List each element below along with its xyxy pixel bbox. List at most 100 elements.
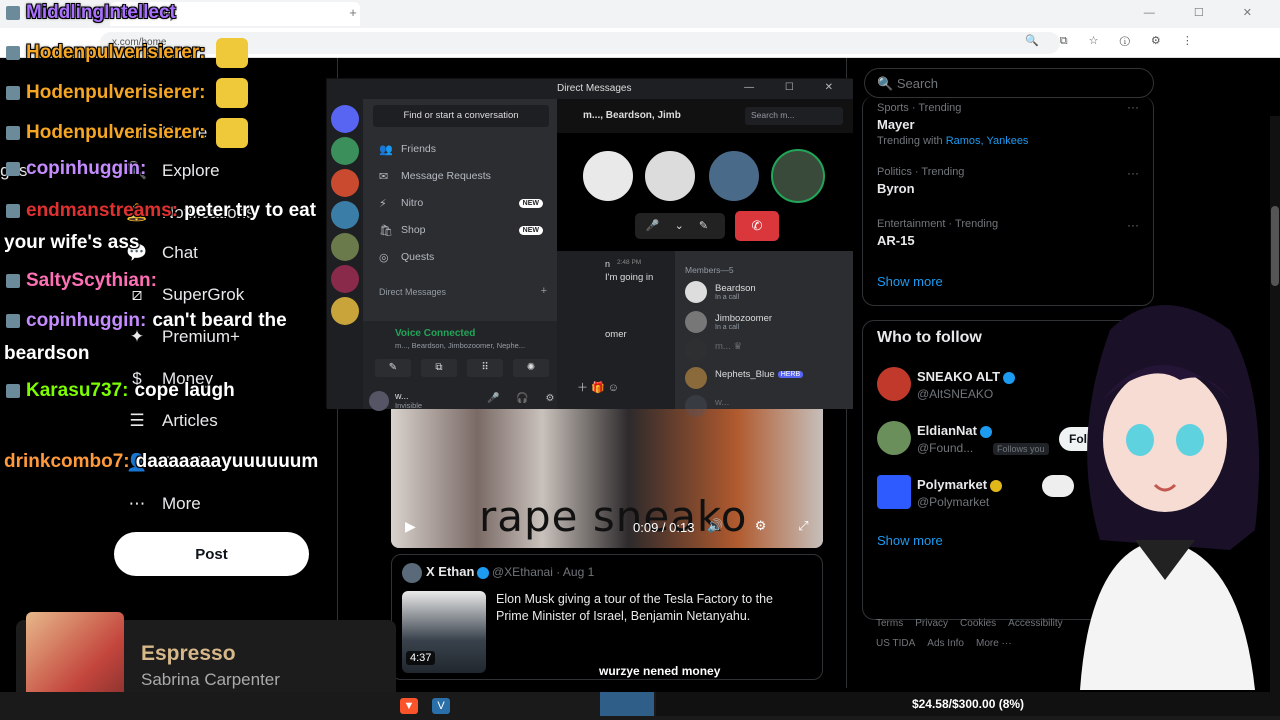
donation-caption: wurzye nened money — [599, 664, 721, 678]
post-button[interactable]: Post — [114, 532, 309, 576]
footer-link[interactable]: Privacy — [915, 618, 948, 629]
footer-link[interactable]: Cookies — [960, 618, 996, 629]
member-item[interactable]: w... — [685, 395, 845, 419]
nav-label: More — [162, 494, 201, 513]
who-to-follow-show-more[interactable]: Show more — [877, 533, 943, 548]
camera-off-button[interactable]: ✎ — [375, 359, 411, 377]
footer-link[interactable]: Terms — [876, 618, 903, 629]
sidebar-item-friends[interactable]: 👥 Friends — [379, 141, 543, 157]
member-name: m... ♛ — [715, 341, 742, 352]
app-icon[interactable]: V — [432, 698, 450, 714]
call-avatar[interactable] — [581, 149, 635, 203]
screen-share-button[interactable]: ⧉ — [421, 359, 457, 377]
hangup-button[interactable]: ✆ — [735, 211, 779, 241]
chat-username: SaltyScythian: — [26, 270, 157, 291]
emote-icon — [215, 118, 248, 148]
mail-icon: ✉ — [379, 170, 389, 183]
footer-link[interactable]: US TIDA — [876, 638, 915, 649]
chat-message: drinkcombo7: daaaaaaayuuuuuum — [4, 451, 318, 473]
soundboard-button[interactable]: ✺ — [513, 359, 549, 377]
call-avatar[interactable] — [771, 149, 825, 203]
footer-link[interactable]: Ads Info — [927, 638, 964, 649]
add-dm-button[interactable]: + — [541, 285, 547, 297]
sidebar-item-quests[interactable]: ◎ Quests — [379, 249, 543, 265]
chat-text: your wife's ass — [4, 232, 140, 253]
avatar[interactable] — [877, 367, 911, 401]
call-avatar[interactable] — [707, 149, 761, 203]
member-item[interactable]: Beardson In a call — [685, 281, 845, 305]
more-icon[interactable]: ··· — [1127, 166, 1139, 180]
avatar — [685, 367, 707, 389]
sidebar-item-nitro[interactable]: ⚡ Nitro NEW — [379, 195, 543, 211]
toolbar-icons[interactable]: 🔍 ⧉ ☆ ⓘ ⚙ ⋮ — [1025, 34, 1202, 48]
verified-icon — [1003, 371, 1016, 384]
trend-item[interactable]: Politics · Trending Byron — [877, 166, 964, 196]
sidebar-item-message-requests[interactable]: ✉ Message Requests — [379, 168, 543, 184]
video-duration: 4:37 — [406, 651, 436, 665]
call-avatar[interactable] — [643, 149, 697, 203]
sidebar-item-shop[interactable]: 🛍 Shop NEW — [379, 222, 543, 238]
search-placeholder: Search — [896, 76, 939, 91]
nitro-icon: ⚡ — [379, 197, 387, 210]
message-author: n — [605, 259, 611, 269]
more-icon[interactable]: ··· — [1127, 218, 1139, 232]
chat-message: endmanstreams: peter try to eat — [6, 200, 316, 222]
member-item[interactable]: Jimbozoomer In a call — [685, 311, 845, 335]
avatar — [685, 311, 707, 333]
find-conversation-button[interactable]: Find or start a conversation — [373, 105, 549, 127]
avatar[interactable] — [369, 391, 389, 411]
message-actions[interactable]: ＋ 🎁 ☺ — [577, 379, 619, 395]
video-player[interactable]: rape sneako ▶ 0:09 / 0:13 🔊 ⚙ ⤢ ⛶ — [391, 408, 823, 548]
account-name: SNEAKO ALT — [917, 369, 1016, 384]
member-item[interactable]: Nephets_Blue HERB — [685, 367, 845, 391]
dm-header: Direct Messages — [379, 287, 447, 297]
chat-text: beardson — [4, 343, 90, 364]
voice-panel: Voice Connected m..., Beardson, Jimbozoo… — [363, 321, 557, 411]
more-icon[interactable]: ··· — [1127, 100, 1139, 114]
badge-icon — [6, 126, 20, 140]
nav-more[interactable]: ⋯ More — [126, 489, 201, 519]
quests-icon: ◎ — [379, 251, 389, 264]
avatar[interactable] — [402, 563, 422, 583]
voice-buttons: ✎ ⧉ ⠿ ✺ — [371, 359, 551, 377]
avatar[interactable] — [877, 475, 911, 509]
window-controls[interactable]: — ☐ ✕ — [1144, 6, 1270, 19]
member-item[interactable]: m... ♛ — [685, 339, 845, 363]
chat-message: Hodenpulverisierer: — [6, 38, 248, 68]
avatar[interactable] — [877, 421, 911, 455]
item-label: Message Requests — [401, 170, 491, 182]
voice-status[interactable]: Voice Connected — [395, 328, 475, 339]
trend-item[interactable]: Entertainment · Trending AR-15 — [877, 218, 998, 248]
item-label: Nitro — [401, 197, 424, 209]
video-controls[interactable]: 🔊 ⚙ ⤢ ⛶ — [707, 518, 823, 534]
chat-text: cope laugh — [134, 380, 235, 401]
play-icon[interactable]: ▶ — [405, 518, 416, 535]
search-input[interactable]: 🔍 Search — [864, 68, 1154, 98]
footer-link[interactable]: More ··· — [976, 638, 1012, 649]
call-controls[interactable]: 🎤 ⌄ ✎ ⌄ — [635, 213, 725, 258]
user-controls[interactable]: 🎤 🎧 ⚙ — [487, 393, 561, 404]
window-controls[interactable]: — ☐ ✕ — [744, 82, 847, 93]
trend-category: Sports · Trending — [877, 102, 962, 114]
song-title: Espresso — [141, 642, 236, 665]
chat-username: MiddlingIntellect — [26, 2, 176, 23]
brave-icon[interactable]: ▼ — [400, 698, 418, 714]
badge-icon — [6, 313, 20, 328]
vtuber-avatar — [1042, 305, 1260, 690]
chat-text: peter try to eat — [184, 200, 317, 221]
activities-button[interactable]: ⠿ — [467, 359, 503, 377]
message-time: 2:48 PM — [617, 259, 642, 266]
avatar — [685, 281, 707, 303]
scrollbar-thumb[interactable] — [1271, 206, 1279, 286]
verified-icon — [979, 425, 992, 438]
badge-icon — [6, 86, 20, 100]
verified-icon — [990, 479, 1003, 492]
chat-message: Hodenpulverisierer: — [6, 78, 248, 108]
trend-sub-links[interactable]: Ramos, Yankees — [946, 135, 1029, 147]
tweet[interactable]: X Ethan @XEthanai · Aug 1 4:37 Elon Musk… — [391, 554, 823, 680]
trends-show-more[interactable]: Show more — [877, 274, 943, 289]
search-input[interactable]: Search m... — [745, 107, 843, 125]
message-text: omer — [605, 329, 627, 340]
trend-item[interactable]: Sports · Trending Mayer Trending with Ra… — [877, 102, 1028, 147]
chat-message: your wife's ass — [4, 232, 139, 254]
